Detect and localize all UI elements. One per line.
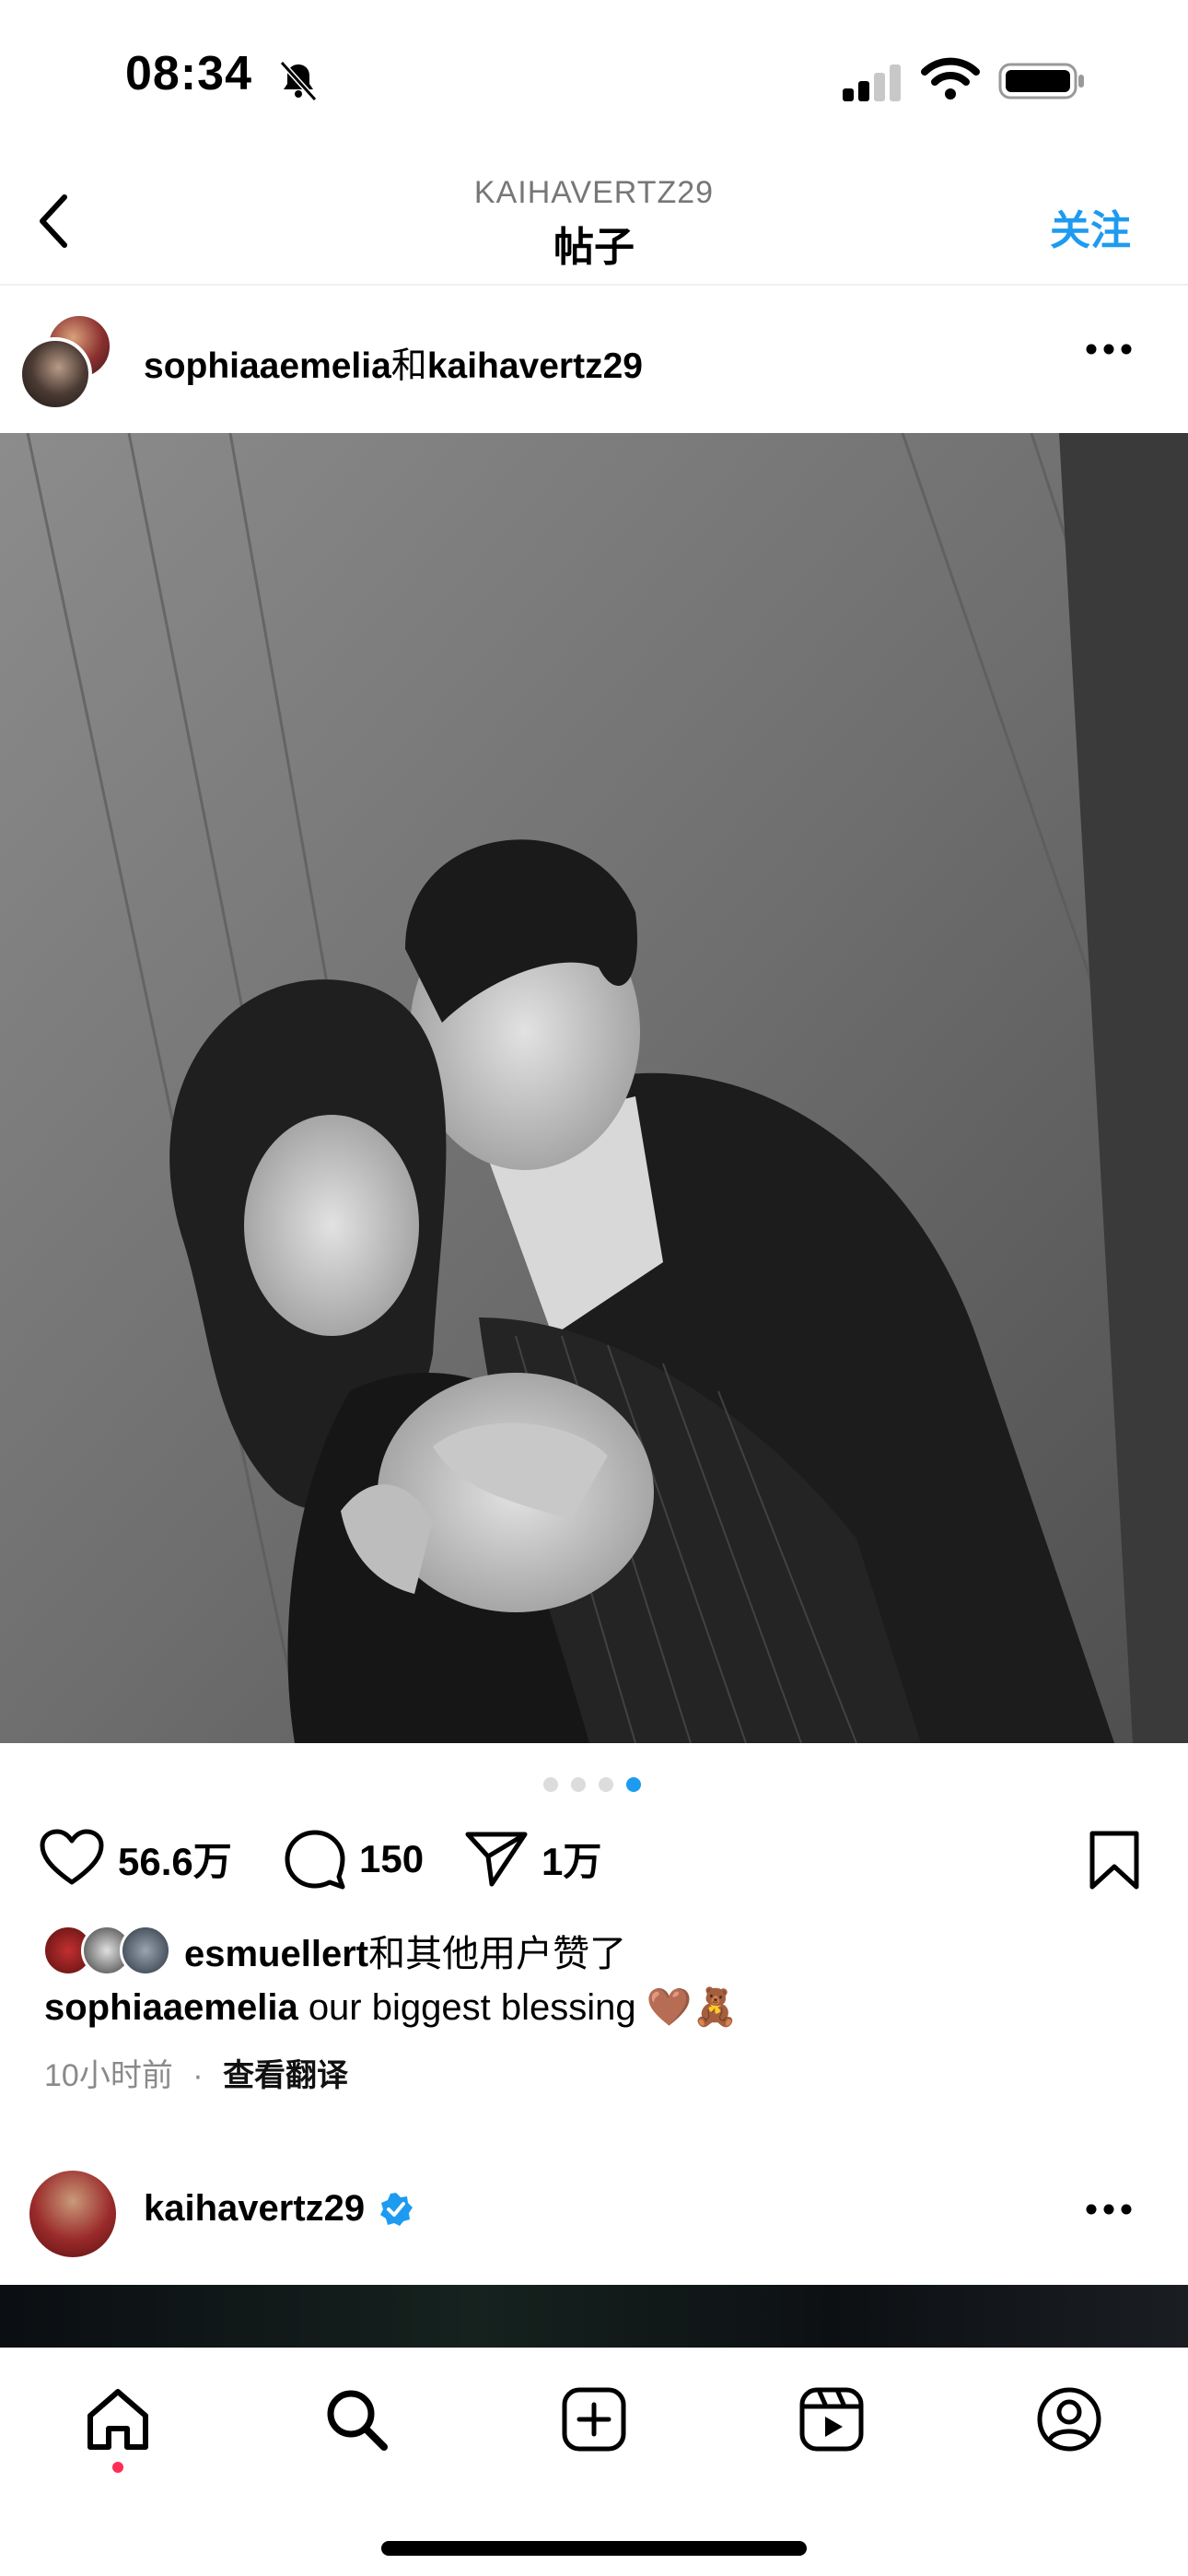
author-secondary[interactable]: kaihavertz29 bbox=[427, 346, 643, 386]
carousel-dot bbox=[599, 1777, 613, 1792]
share-count: 1万 bbox=[542, 1839, 602, 1883]
carousel-dot-active bbox=[626, 1777, 641, 1792]
comment-button[interactable]: 150 bbox=[284, 1829, 424, 1890]
author-primary[interactable]: sophiaaemelia bbox=[144, 346, 391, 386]
header-username: KAIHAVERTZ29 bbox=[473, 175, 715, 210]
caption-user[interactable]: sophiaaemelia bbox=[44, 1987, 298, 2028]
silent-bell-icon bbox=[276, 59, 320, 108]
more-options-icon[interactable] bbox=[1085, 2203, 1133, 2220]
reels-icon[interactable] bbox=[786, 2373, 878, 2465]
post-authors[interactable]: sophiaaemelia和kaihavertz29 bbox=[144, 337, 643, 389]
like-button[interactable]: 56.6万 bbox=[39, 1829, 232, 1888]
header-divider bbox=[0, 284, 1188, 286]
avatar-next-post[interactable] bbox=[29, 2171, 116, 2257]
post-meta: 10小时前 · 查看翻译 bbox=[44, 2050, 348, 2095]
bookmark-icon[interactable] bbox=[1087, 1830, 1142, 1895]
profile-icon[interactable] bbox=[1023, 2373, 1115, 2465]
comment-icon bbox=[285, 1830, 345, 1890]
home-icon[interactable] bbox=[72, 2373, 164, 2465]
caption-text: our biggest blessing 🤎🧸 bbox=[308, 1987, 739, 2028]
notification-dot bbox=[112, 2462, 123, 2473]
more-options-icon[interactable] bbox=[1085, 343, 1133, 360]
next-post-author[interactable]: kaihavertz29 bbox=[144, 2188, 414, 2230]
next-post-photo[interactable] bbox=[0, 2285, 1188, 2348]
author-joiner: 和 bbox=[390, 346, 427, 386]
liked-by-user[interactable]: esmuellert bbox=[184, 1934, 368, 1974]
share-button[interactable]: 1万 bbox=[464, 1829, 601, 1888]
like-count: 56.6万 bbox=[118, 1839, 232, 1883]
caption: sophiaaemelia our biggest blessing 🤎🧸 bbox=[44, 1985, 738, 2029]
status-time: 08:34 bbox=[125, 47, 252, 100]
follow-button[interactable]: 关注 bbox=[1050, 197, 1131, 256]
search-icon[interactable] bbox=[310, 2373, 402, 2465]
next-post-username[interactable]: kaihavertz29 bbox=[144, 2188, 365, 2230]
home-indicator bbox=[381, 2541, 807, 2556]
carousel-dot bbox=[571, 1777, 586, 1792]
carousel-indicator bbox=[543, 1777, 641, 1792]
liker-avatar bbox=[120, 1925, 171, 1976]
create-icon[interactable] bbox=[548, 2373, 640, 2465]
battery-icon bbox=[998, 61, 1087, 106]
meta-separator: · bbox=[192, 2058, 204, 2093]
page-title: 帖子 bbox=[553, 225, 635, 270]
cellular-signal-icon bbox=[841, 63, 905, 108]
carousel-dot bbox=[543, 1777, 558, 1792]
heart-icon bbox=[40, 1829, 104, 1885]
send-icon bbox=[465, 1832, 528, 1887]
liked-by[interactable]: esmuellert和其他用户赞了 bbox=[42, 1924, 626, 1977]
verified-badge-icon bbox=[380, 2192, 413, 2226]
collab-avatars[interactable] bbox=[18, 313, 112, 411]
comment-count: 150 bbox=[359, 1837, 425, 1880]
post-photo[interactable] bbox=[0, 433, 1188, 1743]
translate-link[interactable]: 查看翻译 bbox=[223, 2058, 348, 2093]
wifi-icon bbox=[921, 57, 980, 106]
post-time: 10小时前 bbox=[44, 2058, 173, 2093]
avatar-sophiaaemelia bbox=[18, 337, 92, 411]
liked-by-suffix: 和其他用户赞了 bbox=[368, 1934, 627, 1974]
